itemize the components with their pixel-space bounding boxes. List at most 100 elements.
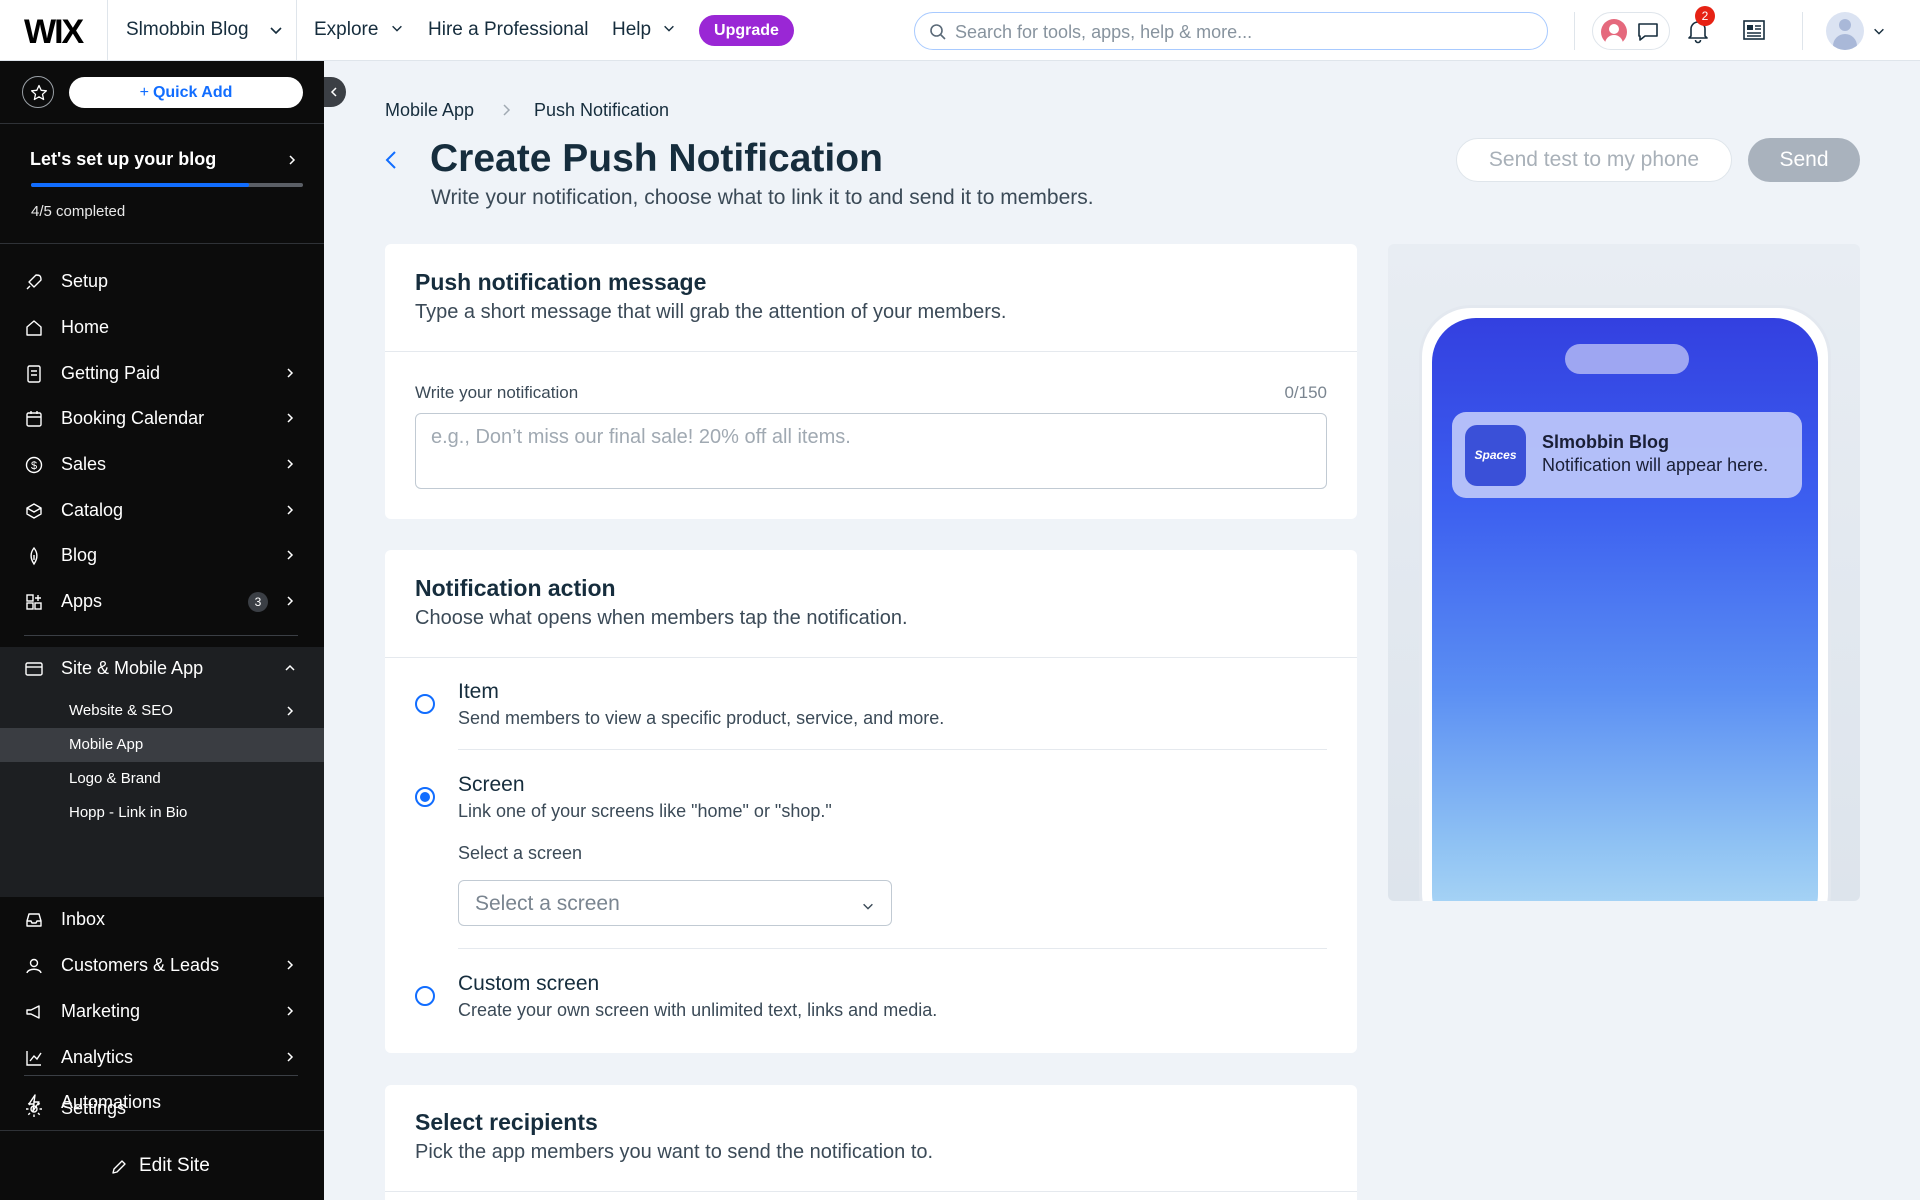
sidebar-item-label: Booking Calendar — [61, 408, 205, 428]
phone-frame: Spaces Slmobbin Blog Notification will a… — [1419, 305, 1831, 901]
card-title: Push notification message — [415, 269, 707, 295]
sidebar-item-site-mobile-app[interactable]: Site & Mobile App — [0, 647, 324, 691]
avatar — [1826, 12, 1864, 50]
chevron-left-icon — [330, 87, 337, 97]
option-title: Custom screen — [458, 972, 600, 995]
phone-preview: Spaces Slmobbin Blog Notification will a… — [1388, 244, 1860, 901]
divider — [458, 948, 1327, 949]
apps-count-badge: 3 — [248, 592, 268, 612]
sidebar-item-label: Setup — [61, 271, 109, 291]
chevron-right-icon — [287, 1052, 294, 1062]
gear-icon — [26, 1101, 42, 1117]
quick-add-label: Quick Add — [152, 84, 233, 101]
chevron-down-icon — [391, 25, 402, 32]
site-selector[interactable]: Slmobbin Blog — [107, 0, 297, 61]
divider — [24, 1075, 298, 1076]
nav-help[interactable]: Help — [612, 19, 676, 41]
sidebar-item-apps[interactable]: Apps 3 — [0, 580, 324, 624]
back-arrow-icon[interactable] — [382, 148, 402, 172]
divider — [0, 123, 324, 124]
sidebar-item-sales[interactable]: $ Sales — [0, 443, 324, 487]
svg-text:$: $ — [31, 460, 37, 472]
sidebar-item-settings[interactable]: Settings — [0, 1087, 324, 1131]
account-menu[interactable] — [1826, 12, 1886, 50]
divider — [1802, 12, 1803, 50]
option-title: Item — [458, 680, 499, 703]
calendar-icon — [26, 411, 42, 427]
notification-preview: Spaces Slmobbin Blog Notification will a… — [1452, 412, 1802, 498]
radio-option-item[interactable]: Item Send members to view a specific pro… — [415, 680, 1315, 740]
breadcrumb-push-notification: Push Notification — [534, 100, 670, 120]
sidebar-item-label: Marketing — [61, 1001, 141, 1021]
chevron-up-icon — [285, 664, 295, 671]
send-button[interactable]: Send — [1748, 138, 1860, 182]
select-screen-dropdown[interactable]: Select a screen — [458, 880, 892, 926]
edit-site-button[interactable]: Edit Site — [0, 1130, 324, 1200]
notification-textarea[interactable]: e.g., Don’t miss our final sale! 20% off… — [415, 413, 1327, 489]
home-icon — [26, 320, 42, 336]
divider — [458, 749, 1327, 750]
sidebar-item-label: Analytics — [61, 1047, 134, 1067]
collaborator-avatar — [1601, 19, 1627, 45]
catalog-icon — [26, 503, 42, 519]
textarea-placeholder: e.g., Don’t miss our final sale! 20% off… — [431, 426, 851, 448]
sidebar-item-hopp-link-in-bio[interactable]: Hopp - Link in Bio — [0, 796, 324, 830]
sidebar-item-label: Mobile App — [69, 736, 144, 753]
radio-item[interactable] — [415, 694, 435, 714]
pen-nib-icon — [30, 546, 38, 566]
sidebar-item-blog[interactable]: Blog — [0, 534, 324, 578]
sidebar-item-label: Customers & Leads — [61, 955, 220, 975]
star-icon — [30, 84, 48, 101]
sidebar-item-label: Blog — [61, 545, 98, 565]
send-test-button[interactable]: Send test to my phone — [1456, 138, 1732, 182]
sidebar-item-setup[interactable]: Setup — [0, 260, 324, 304]
collapse-sidebar-button[interactable] — [324, 77, 346, 107]
action-card: Notification action Choose what opens wh… — [385, 550, 1357, 1053]
divider — [24, 635, 298, 636]
setup-progress-bar — [31, 183, 303, 187]
site-icon — [25, 662, 43, 676]
apps-icon — [26, 594, 42, 610]
upgrade-button[interactable]: Upgrade — [699, 15, 794, 46]
site-mobile-app-submenu: Website & SEO Mobile App Logo & Brand Ho… — [0, 691, 324, 897]
nav-hire-professional[interactable]: Hire a Professional — [428, 19, 589, 41]
page-title: Create Push Notification — [430, 137, 883, 180]
sidebar-item-logo-brand[interactable]: Logo & Brand — [0, 762, 324, 796]
radio-option-custom-screen[interactable]: Custom screen Create your own screen wit… — [415, 972, 1315, 1032]
radio-custom-screen[interactable] — [415, 986, 435, 1006]
divider — [385, 351, 1357, 352]
sidebar-item-booking-calendar[interactable]: Booking Calendar — [0, 397, 324, 441]
sidebar-item-mobile-app[interactable]: Mobile App — [0, 728, 324, 762]
sidebar-item-analytics[interactable]: Analytics — [0, 1036, 324, 1080]
chevron-right-icon — [287, 960, 294, 970]
sidebar-item-catalog[interactable]: Catalog — [0, 489, 324, 533]
breadcrumb-mobile-app[interactable]: Mobile App — [385, 100, 474, 121]
wix-logo[interactable]: WIX — [24, 13, 84, 52]
sidebar-item-getting-paid[interactable]: Getting Paid — [0, 352, 324, 396]
sidebar-item-inbox[interactable]: Inbox — [0, 898, 324, 942]
phone-screen: Spaces Slmobbin Blog Notification will a… — [1432, 318, 1818, 901]
sidebar-item-label: Logo & Brand — [69, 770, 161, 787]
sidebar-item-label: Home — [61, 317, 110, 337]
rocket-icon — [26, 274, 42, 290]
card-subtitle: Choose what opens when members tap the n… — [415, 607, 908, 629]
page-subtitle: Write your notification, choose what to … — [431, 186, 1094, 209]
sidebar-item-customers-leads[interactable]: Customers & Leads — [0, 944, 324, 988]
search-input[interactable]: Search for tools, apps, help & more... — [914, 12, 1548, 50]
sidebar-item-website-seo[interactable]: Website & SEO — [0, 694, 324, 728]
marketing-icon — [26, 1005, 40, 1019]
chat-button[interactable] — [1592, 12, 1670, 50]
chevron-right-icon — [287, 368, 294, 378]
favorites-button[interactable] — [22, 76, 54, 108]
nav-explore[interactable]: Explore — [314, 19, 404, 41]
news-icon[interactable] — [1742, 19, 1766, 41]
sidebar-item-marketing[interactable]: Marketing — [0, 990, 324, 1034]
radio-option-screen[interactable]: Screen Link one of your screens like "ho… — [415, 773, 1315, 833]
search-icon — [930, 24, 946, 40]
sidebar-item-home[interactable]: Home — [0, 306, 324, 350]
sidebar-item-label: Website & SEO — [69, 702, 173, 719]
radio-screen[interactable] — [415, 787, 435, 807]
card-title: Select recipients — [415, 1109, 598, 1135]
card-title: Notification action — [415, 575, 616, 601]
quick-add-button[interactable]: + Quick Add — [69, 77, 303, 108]
